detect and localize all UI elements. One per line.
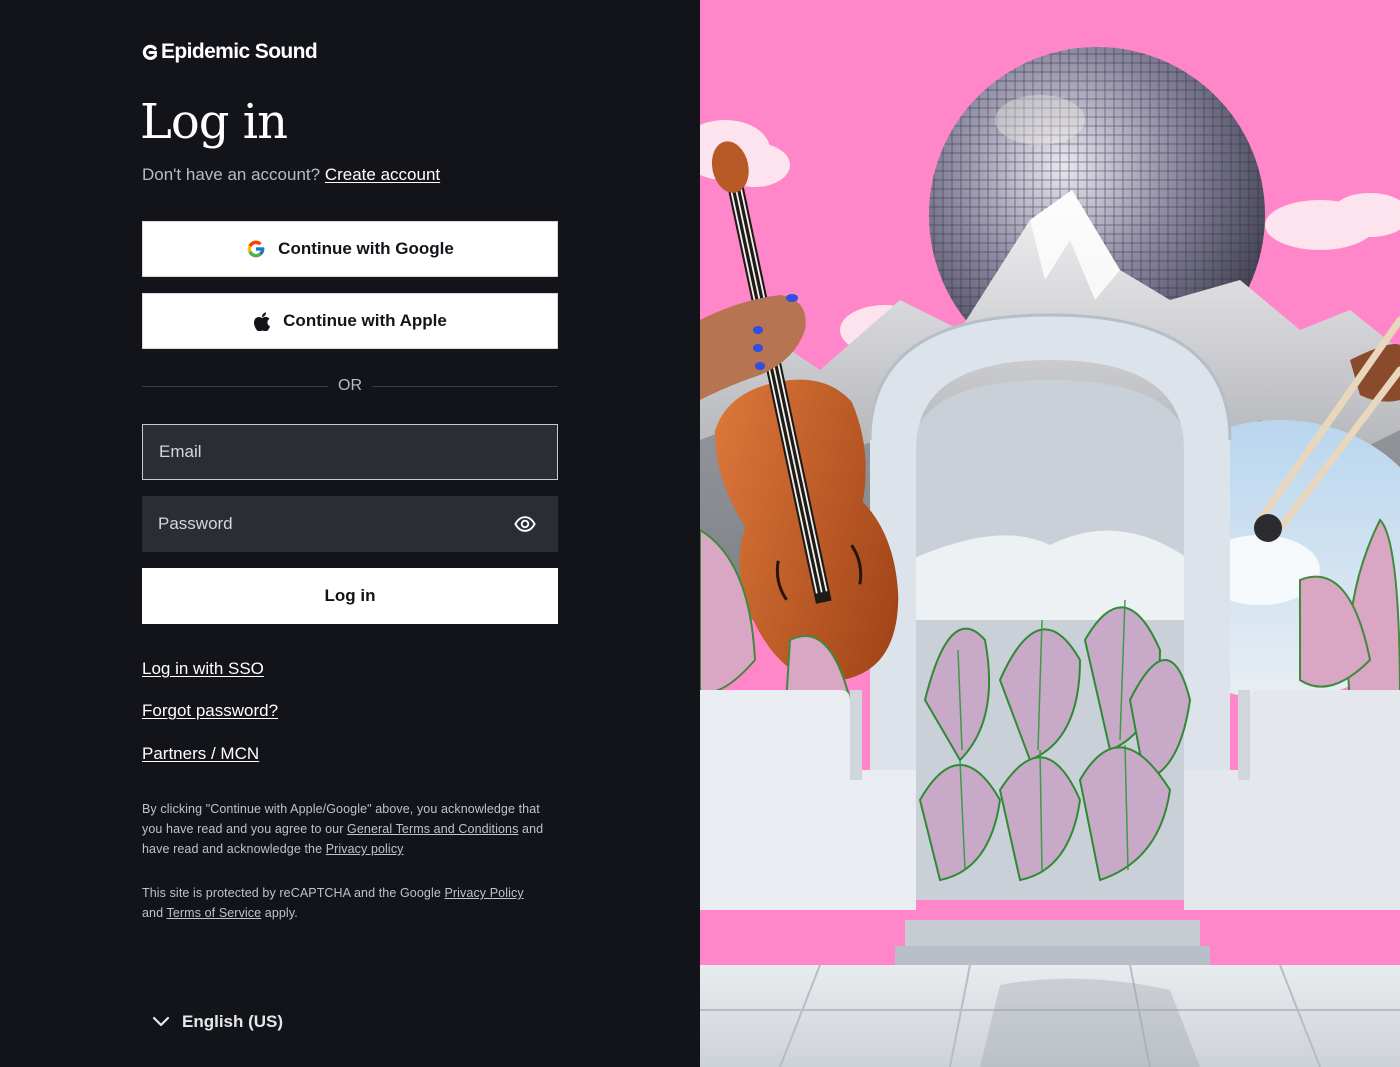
language-label: English (US) (182, 1012, 284, 1031)
collage-artwork (700, 0, 1400, 1067)
eye-icon[interactable] (514, 513, 536, 535)
hero-illustration (700, 0, 1400, 1067)
brand-name: Epidemic Sound (161, 40, 318, 63)
page-title: Log in (140, 94, 288, 150)
signup-prompt-text: Don't have an account? (142, 165, 321, 184)
divider-line-right (372, 385, 558, 387)
login-with-sso-link[interactable]: Log in with SSO (142, 659, 264, 679)
google-privacy-policy-link[interactable]: Privacy Policy (444, 886, 523, 900)
create-account-link[interactable]: Create account (325, 165, 440, 184)
divider-line-left (142, 385, 328, 387)
recaptcha-apply: apply. (264, 906, 298, 920)
apple-button-label: Continue with Apple (283, 311, 447, 330)
brand-logo[interactable]: Epidemic Sound (142, 40, 318, 64)
recaptcha-text: This site is protected by reCAPTCHA and … (142, 886, 441, 900)
continue-with-google-button[interactable]: Continue with Google (142, 221, 558, 277)
divider-text: OR (338, 377, 362, 394)
language-selector[interactable]: English (US) (152, 1012, 283, 1032)
email-field[interactable] (159, 442, 541, 462)
recaptcha-and: and (142, 906, 164, 920)
terms-of-service-link[interactable]: Terms of Service (167, 906, 262, 920)
google-icon (247, 240, 265, 258)
or-divider: OR (142, 374, 558, 398)
forgot-password-link[interactable]: Forgot password? (142, 701, 278, 721)
chevron-down-icon (152, 1016, 170, 1027)
signup-prompt: Don't have an account? Create account (142, 165, 440, 185)
email-field-wrapper (142, 424, 558, 480)
login-panel: Epidemic Sound Log in Don't have an acco… (0, 0, 700, 1067)
apple-icon (254, 312, 271, 331)
login-button[interactable]: Log in (142, 568, 558, 624)
password-field[interactable] (158, 514, 542, 534)
epidemic-sound-logo-icon (142, 44, 157, 60)
consent-notice: By clicking "Continue with Apple/Google"… (142, 799, 562, 859)
general-terms-link[interactable]: General Terms and Conditions (347, 822, 518, 836)
password-field-wrapper (142, 496, 558, 552)
google-button-label: Continue with Google (278, 239, 454, 258)
privacy-policy-link[interactable]: Privacy policy (326, 842, 404, 856)
continue-with-apple-button[interactable]: Continue with Apple (142, 293, 558, 349)
recaptcha-notice: This site is protected by reCAPTCHA and … (142, 883, 562, 923)
partners-mcn-link[interactable]: Partners / MCN (142, 744, 259, 764)
